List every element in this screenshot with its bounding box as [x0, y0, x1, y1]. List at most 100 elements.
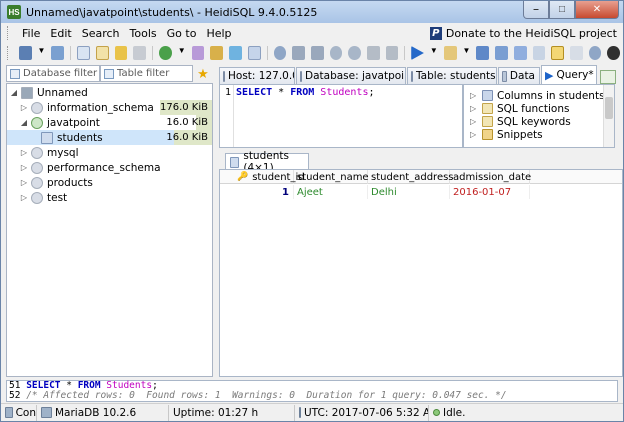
minimize-button[interactable]: – [523, 1, 549, 19]
menu-help[interactable]: Help [201, 27, 236, 40]
cell-student-id[interactable]: 1 [220, 185, 294, 199]
cell-student-name[interactable]: Ajeet [294, 185, 368, 199]
help-icon[interactable] [588, 46, 602, 60]
tab-query[interactable]: ▶ Query* [541, 65, 597, 84]
tree-item-information-schema[interactable]: ▷ information_schema 176.0 KiB [7, 100, 212, 115]
collapse-arrow-icon[interactable]: ◢ [9, 88, 19, 97]
tree-item-size: 176.0 KiB [159, 102, 208, 113]
expand-arrow-icon[interactable]: ▷ [19, 163, 29, 172]
collapse-arrow-icon[interactable]: ◢ [19, 118, 29, 127]
dropdown-icon[interactable]: ▼ [38, 46, 46, 60]
dropdown-icon[interactable]: ▼ [178, 46, 186, 60]
save-icon[interactable] [476, 46, 490, 60]
expand-arrow-icon[interactable]: ▷ [470, 117, 479, 126]
insert-record-icon[interactable] [329, 46, 343, 60]
info-icon[interactable] [273, 46, 287, 60]
load-sql-icon[interactable] [513, 46, 527, 60]
close-button[interactable]: ✕ [575, 1, 619, 19]
import-icon[interactable] [247, 46, 261, 60]
highlight-icon[interactable] [551, 46, 565, 60]
expand-arrow-icon[interactable]: ▷ [19, 178, 29, 187]
tab-label: Database: javatpoint [305, 70, 406, 82]
tree-item-mysql[interactable]: ▷ mysql [7, 145, 212, 160]
tree-item-host[interactable]: ◢ Unnamed [7, 85, 212, 100]
tree-item-products[interactable]: ▷ products [7, 175, 212, 190]
maintenance-icon[interactable] [210, 46, 224, 60]
post-edit-icon[interactable] [366, 46, 380, 60]
tab-table[interactable]: Table: students [407, 67, 497, 84]
undo-icon[interactable] [114, 46, 128, 60]
scrollbar-thumb[interactable] [605, 97, 613, 119]
maximize-button[interactable]: □ [549, 1, 575, 19]
expand-arrow-icon[interactable]: ▷ [470, 91, 479, 100]
clear-icon[interactable] [532, 46, 546, 60]
user-manager-icon[interactable] [191, 46, 205, 60]
menu-file[interactable]: File [17, 27, 45, 40]
function-icon [482, 103, 493, 114]
table-filter-input[interactable]: Table filter [100, 65, 193, 82]
menu-edit[interactable]: Edit [45, 27, 76, 40]
refresh-icon[interactable] [159, 46, 172, 60]
run-query-icon[interactable] [411, 46, 424, 60]
tree-item-javatpoint[interactable]: ◢ javatpoint 16.0 KiB [7, 115, 212, 130]
database-icon [31, 191, 43, 204]
primary-key-icon: 🔑 [237, 172, 249, 182]
paste-icon[interactable] [95, 46, 109, 60]
database-icon [31, 101, 43, 114]
database-filter-input[interactable]: Database filter [6, 65, 100, 82]
helper-snippets[interactable]: ▷ Snippets [464, 128, 614, 141]
tree-item-students[interactable]: students 16.0 KiB [7, 130, 212, 145]
window-title: Unnamed\javatpoint\students\ - HeidiSQL … [26, 5, 318, 19]
export-icon[interactable] [229, 46, 242, 60]
log-line-number: 52 [9, 390, 21, 401]
cell-admission-date[interactable]: 2016-01-07 [450, 185, 530, 199]
tab-data[interactable]: Data [498, 67, 540, 84]
sql-log[interactable]: 51 SELECT * FROM Students; 52 /* Affecte… [6, 380, 618, 402]
query-options-icon[interactable] [443, 46, 457, 60]
folder-icon [482, 129, 493, 140]
menu-goto[interactable]: Go to [162, 27, 202, 40]
exit-icon[interactable] [607, 46, 621, 60]
query-editor[interactable]: 1 SELECT * FROM Students; [219, 84, 463, 148]
delete-record-icon[interactable] [348, 46, 361, 60]
cell-student-address[interactable]: Delhi [368, 185, 450, 199]
expand-arrow-icon[interactable]: ▷ [19, 193, 29, 202]
expand-arrow-icon[interactable]: ▷ [19, 103, 29, 112]
expand-arrow-icon[interactable]: ▷ [19, 148, 29, 157]
helper-keywords[interactable]: ▷ SQL keywords [464, 115, 614, 128]
donate-button[interactable]: P Donate to the HeidiSQL project [429, 26, 617, 40]
expand-arrow-icon[interactable]: ▷ [470, 104, 479, 113]
copy-icon[interactable] [77, 46, 90, 60]
tab-label: Table: students [416, 70, 496, 82]
favorites-star-icon[interactable]: ★ [193, 65, 213, 82]
first-record-icon[interactable] [292, 46, 305, 60]
session-manager-icon[interactable] [18, 46, 32, 60]
table-row[interactable]: 1 Ajeet Delhi 2016-01-07 [220, 185, 622, 199]
column-header-student-name[interactable]: student_name [294, 170, 369, 184]
heidisql-icon: HS [7, 5, 21, 19]
wrap-icon[interactable] [570, 46, 583, 60]
tree-item-test[interactable]: ▷ test [7, 190, 212, 205]
dropdown-icon[interactable]: ▼ [463, 46, 471, 60]
print-icon[interactable] [133, 46, 147, 60]
menu-tools[interactable]: Tools [125, 27, 162, 40]
column-header-student-address[interactable]: student_address [368, 170, 454, 184]
tree-item-size: 16.0 KiB [166, 132, 208, 143]
column-header-admission-date[interactable]: admission_date [450, 170, 531, 184]
tab-host[interactable]: Host: 127.0.0.1 [219, 67, 295, 84]
disconnect-icon[interactable] [51, 46, 65, 60]
column-header-student-id[interactable]: 🔑 student_id [220, 170, 305, 184]
menu-search[interactable]: Search [77, 27, 125, 40]
dropdown-icon[interactable]: ▼ [430, 46, 438, 60]
helper-columns[interactable]: ▷ Columns in students [464, 89, 614, 102]
add-query-tab-icon[interactable] [600, 70, 616, 84]
helper-functions[interactable]: ▷ SQL functions [464, 102, 614, 115]
cancel-edit-icon[interactable] [385, 46, 399, 60]
last-record-icon[interactable] [310, 46, 324, 60]
expand-arrow-icon[interactable]: ▷ [470, 130, 479, 139]
tree-item-performance-schema[interactable]: ▷ performance_schema [7, 160, 212, 175]
result-tab-students[interactable]: students (4×1) [225, 150, 309, 174]
save-as-icon[interactable] [495, 46, 508, 60]
tab-database[interactable]: Database: javatpoint [296, 67, 406, 84]
helpers-scrollbar[interactable] [603, 85, 614, 147]
